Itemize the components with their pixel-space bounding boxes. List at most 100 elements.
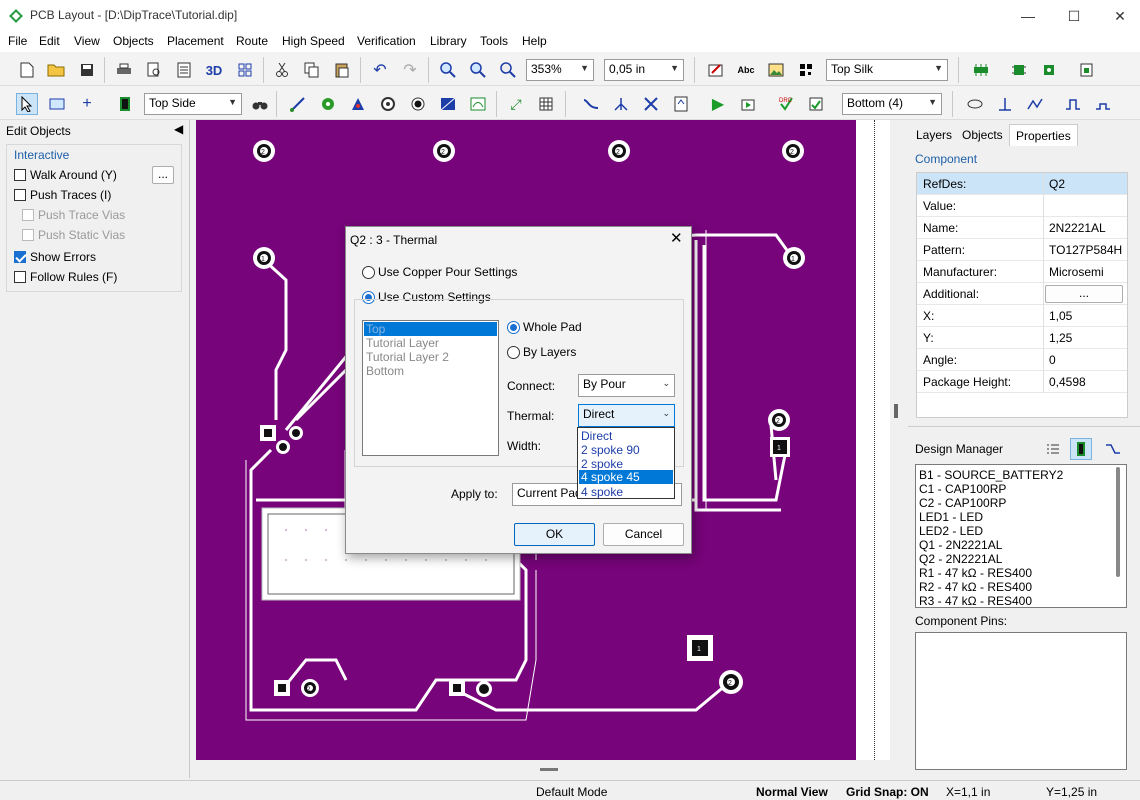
list-item[interactable]: R1 - 47 kΩ - RES400 xyxy=(919,566,1032,580)
panelize-icon[interactable] xyxy=(234,59,256,81)
dropdown-option[interactable]: 4 spoke xyxy=(581,485,623,499)
find-binoculars-icon[interactable] xyxy=(249,93,271,115)
menu-help[interactable]: Help xyxy=(522,34,547,48)
show-errors-checkbox[interactable] xyxy=(14,251,26,263)
redo-icon[interactable]: ↷ xyxy=(399,59,421,81)
table-icon[interactable] xyxy=(535,93,557,115)
save-icon[interactable] xyxy=(76,59,98,81)
prop-row-refdes[interactable]: RefDes: Q2 xyxy=(917,173,1127,195)
dropdown-option-selected[interactable]: 4 spoke 45 xyxy=(579,470,673,484)
connect-select[interactable]: By Pour ⌄ xyxy=(578,374,675,397)
walk-around-checkbox[interactable] xyxy=(14,169,26,181)
menu-library[interactable]: Library xyxy=(430,34,467,48)
list-item[interactable]: LED1 - LED xyxy=(919,510,983,524)
whole-pad-radio[interactable] xyxy=(507,321,520,334)
dropdown-option[interactable]: 2 spoke xyxy=(581,457,623,471)
undo-icon[interactable]: ↶ xyxy=(369,59,391,81)
route-trace-icon[interactable] xyxy=(287,93,309,115)
image-icon[interactable] xyxy=(765,59,787,81)
scrollbar[interactable] xyxy=(1116,467,1120,577)
spell-check-icon[interactable]: Abc xyxy=(735,59,757,81)
via-icon[interactable] xyxy=(347,93,369,115)
new-file-icon[interactable] xyxy=(16,59,38,81)
menu-route[interactable]: Route xyxy=(236,34,268,48)
fiducial-icon[interactable] xyxy=(407,93,429,115)
signal-icon[interactable] xyxy=(1062,93,1084,115)
run-icon[interactable]: ▶ xyxy=(707,93,729,115)
unroute-icon[interactable] xyxy=(640,93,662,115)
net-icon[interactable] xyxy=(970,59,992,81)
drc-icon[interactable]: DRC xyxy=(775,93,797,115)
cancel-button[interactable]: Cancel xyxy=(603,523,684,546)
status-grid-snap[interactable]: Grid Snap: ON xyxy=(846,785,929,799)
menu-view[interactable]: View xyxy=(74,34,100,48)
list-item[interactable]: Top xyxy=(366,322,385,336)
menu-high-speed[interactable]: High Speed xyxy=(282,34,345,48)
components-view-icon[interactable] xyxy=(1070,438,1092,460)
report-icon[interactable] xyxy=(173,59,195,81)
dialog-close-icon[interactable]: ✕ xyxy=(670,229,683,247)
dropdown-option[interactable]: Direct xyxy=(581,429,612,443)
tab-properties[interactable]: Properties xyxy=(1009,124,1078,146)
close-icon[interactable]: ✕ xyxy=(1110,6,1130,26)
differential-icon[interactable] xyxy=(994,93,1016,115)
minimize-icon[interactable]: — xyxy=(1018,6,1038,26)
list-item[interactable]: R3 - 47 kΩ - RES400 xyxy=(919,594,1032,608)
hole-icon[interactable] xyxy=(377,93,399,115)
run-step-icon[interactable] xyxy=(737,93,759,115)
list-item[interactable]: B1 - SOURCE_BATTERY2 xyxy=(919,468,1063,482)
additional-button[interactable]: ... xyxy=(1045,285,1123,303)
push-static-vias-checkbox[interactable] xyxy=(22,229,34,241)
length-match-icon[interactable] xyxy=(1024,93,1046,115)
copper-pour-radio[interactable] xyxy=(362,266,375,279)
menu-verification[interactable]: Verification xyxy=(357,34,416,48)
copy-icon[interactable] xyxy=(301,59,323,81)
component-icon[interactable] xyxy=(1008,59,1030,81)
list-item[interactable]: C2 - CAP100RP xyxy=(919,496,1006,510)
pad-icon[interactable] xyxy=(317,93,339,115)
silk-layer-select[interactable]: Top Silk ▼ xyxy=(826,59,948,81)
prop-row-pattern[interactable]: Pattern: TO127P584H xyxy=(917,239,1127,261)
splitter-handle[interactable] xyxy=(894,404,898,418)
prop-row-manufacturer[interactable]: Manufacturer: Microsemi xyxy=(917,261,1127,283)
copper-pour-icon[interactable] xyxy=(437,93,459,115)
menu-edit[interactable]: Edit xyxy=(39,34,60,48)
list-item[interactable]: C1 - CAP100RP xyxy=(919,482,1006,496)
dropdown-option[interactable]: 2 spoke 90 xyxy=(581,443,640,457)
autoroute-icon[interactable] xyxy=(580,93,602,115)
push-trace-vias-checkbox[interactable] xyxy=(22,209,34,221)
component-pins-list[interactable] xyxy=(915,632,1127,770)
tab-objects[interactable]: Objects xyxy=(956,124,1009,146)
ok-button[interactable]: OK xyxy=(514,523,595,546)
pattern-icon[interactable] xyxy=(1038,59,1060,81)
signal-low-icon[interactable] xyxy=(1092,93,1114,115)
properties-icon[interactable] xyxy=(705,59,727,81)
list-item[interactable]: Q1 - 2N2221AL xyxy=(919,538,1002,552)
prop-row-y[interactable]: Y: 1,25 xyxy=(917,327,1127,349)
grid-size-select[interactable]: 0,05 in ▼ xyxy=(604,59,684,81)
crosshair-icon[interactable]: + xyxy=(76,93,98,115)
print-preview-icon[interactable] xyxy=(143,59,165,81)
list-item[interactable]: Q2 - 2N2221AL xyxy=(919,552,1002,566)
list-item[interactable]: R2 - 47 kΩ - RES400 xyxy=(919,580,1032,594)
menu-objects[interactable]: Objects xyxy=(113,34,154,48)
list-item[interactable]: LED2 - LED xyxy=(919,524,983,538)
3d-view-button[interactable]: 3D xyxy=(203,59,225,81)
print-icon[interactable] xyxy=(113,59,135,81)
select-cursor-icon[interactable] xyxy=(16,93,38,115)
zoom-in-icon[interactable] xyxy=(437,59,459,81)
cut-icon[interactable] xyxy=(271,59,293,81)
by-layers-radio[interactable] xyxy=(507,346,520,359)
maximize-icon[interactable]: ☐ xyxy=(1064,6,1084,26)
place-component-icon[interactable] xyxy=(114,93,136,115)
menu-tools[interactable]: Tools xyxy=(480,34,508,48)
prop-row-angle[interactable]: Angle: 0 xyxy=(917,349,1127,371)
walk-around-settings-button[interactable]: ... xyxy=(152,166,174,184)
list-item[interactable]: Tutorial Layer xyxy=(366,336,439,350)
components-list[interactable]: B1 - SOURCE_BATTERY2 C1 - CAP100RP C2 - … xyxy=(915,464,1127,608)
library-icon[interactable] xyxy=(1076,59,1098,81)
menu-file[interactable]: File xyxy=(8,34,27,48)
side-select[interactable]: Top Side ▼ xyxy=(144,93,242,115)
shape-icon[interactable] xyxy=(467,93,489,115)
layers-list[interactable]: Top Tutorial Layer Tutorial Layer 2 Bott… xyxy=(362,320,499,456)
